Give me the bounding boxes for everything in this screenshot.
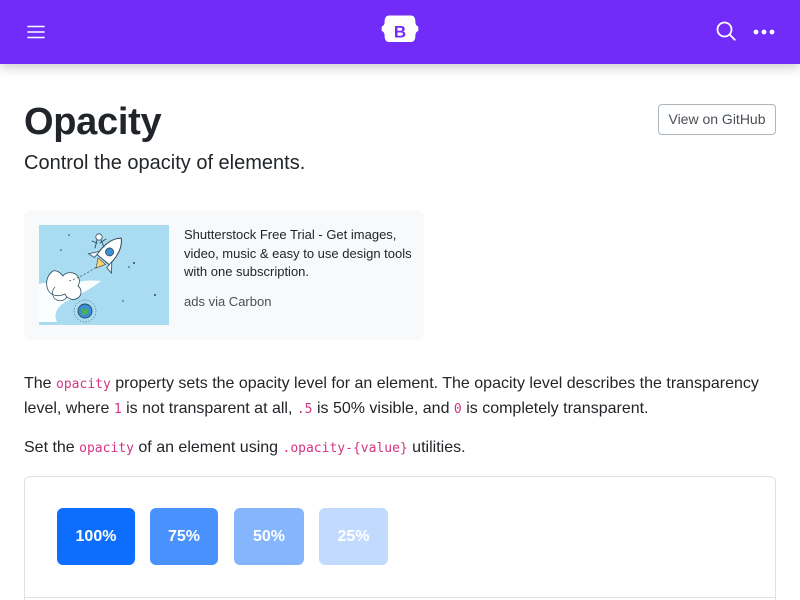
opacity-25-box: 25% <box>319 508 388 565</box>
inline-code: .opacity-{value} <box>282 441 408 456</box>
opacity-example-panel <box>24 476 776 600</box>
opacity-50-box: 50% <box>234 508 304 565</box>
inline-code: .5 <box>296 402 313 417</box>
ads-via-carbon-link[interactable]: ads via Carbon <box>184 293 271 311</box>
inline-code: opacity <box>56 377 111 392</box>
text-segment: utilities. <box>407 439 466 456</box>
more-horizontal-icon[interactable] <box>751 21 777 43</box>
text-segment: of an element using <box>133 439 283 456</box>
opacity-usage-text: Set the opacity of an element using .opa… <box>24 436 776 461</box>
example-divider <box>24 597 776 598</box>
carbon-ad: Shutterstock Free Trial - Get images, vi… <box>24 210 424 340</box>
search-icon[interactable] <box>714 19 738 43</box>
bootstrap-logo[interactable]: B <box>380 14 420 48</box>
text-segment: is 50% visible, and <box>312 400 454 417</box>
hamburger-menu-icon[interactable] <box>24 20 48 44</box>
inline-code: 0 <box>453 402 462 417</box>
text-segment: is completely transparent. <box>461 400 649 417</box>
text-segment: Set the <box>24 439 80 456</box>
ad-image[interactable] <box>39 225 169 325</box>
opacity-75-box: 75% <box>150 508 218 565</box>
inline-code: opacity <box>79 441 134 456</box>
text-segment: is not transparent at all, <box>121 400 297 417</box>
page-lead: Control the opacity of elements. <box>24 152 306 174</box>
ad-text-link[interactable]: Shutterstock Free Trial - Get images, vi… <box>184 226 414 282</box>
top-navbar: B <box>0 0 800 64</box>
opacity-100-box: 100% <box>57 508 135 565</box>
page-title: Opacity <box>24 101 162 143</box>
text-segment: The <box>24 375 57 392</box>
inline-code: 1 <box>113 402 122 417</box>
opacity-description: The opacity property sets the opacity le… <box>24 372 776 422</box>
view-on-github-button[interactable]: View on GitHub <box>658 104 776 135</box>
brand-letter: B <box>394 23 406 42</box>
